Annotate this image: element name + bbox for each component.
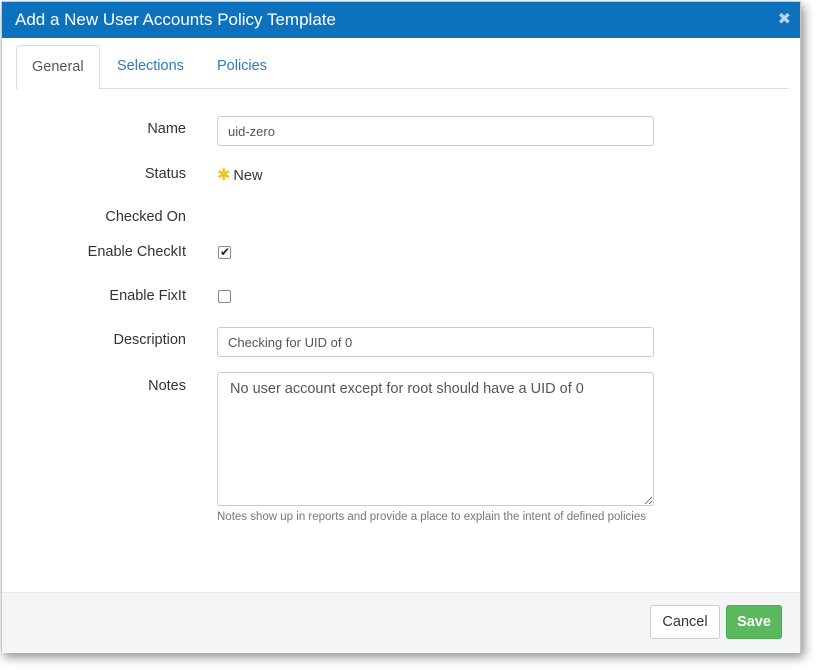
notes-help-text: Notes show up in reports and provide a p… [217, 511, 646, 523]
status-value: ✱ New [217, 165, 262, 185]
dialog-titlebar: Add a New User Accounts Policy Template … [2, 2, 800, 38]
status-label: Status [144, 166, 186, 182]
cancel-button[interactable]: Cancel [650, 605, 720, 639]
notes-textarea[interactable]: No user account except for root should h… [217, 372, 654, 506]
dialog-footer: Cancel Save [2, 592, 800, 653]
asterisk-icon: ✱ [217, 167, 231, 184]
notes-label: Notes [148, 378, 186, 394]
enable-checkit-label: Enable CheckIt [87, 244, 186, 260]
checked-on-label: Checked On [105, 209, 186, 225]
checkmark-icon: ✔ [219, 245, 231, 259]
tab-policies[interactable]: Policies [202, 45, 282, 89]
enable-fixit-checkbox[interactable] [218, 290, 231, 303]
description-input[interactable] [217, 327, 654, 357]
enable-checkit-checkbox[interactable]: ✔ [218, 245, 231, 259]
enable-fixit-label: Enable FixIt [109, 288, 186, 304]
close-icon[interactable]: ✖ [778, 10, 791, 30]
name-label: Name [147, 121, 186, 137]
tab-selections[interactable]: Selections [102, 45, 199, 89]
save-button[interactable]: Save [726, 605, 782, 639]
status-text: New [233, 168, 263, 184]
dialog-title: Add a New User Accounts Policy Template [15, 10, 336, 29]
tab-bar: General Selections Policies [16, 45, 789, 90]
tab-general[interactable]: General [16, 45, 100, 90]
name-input[interactable] [217, 116, 654, 146]
description-label: Description [113, 332, 186, 348]
policy-template-dialog: Add a New User Accounts Policy Template … [1, 1, 801, 653]
